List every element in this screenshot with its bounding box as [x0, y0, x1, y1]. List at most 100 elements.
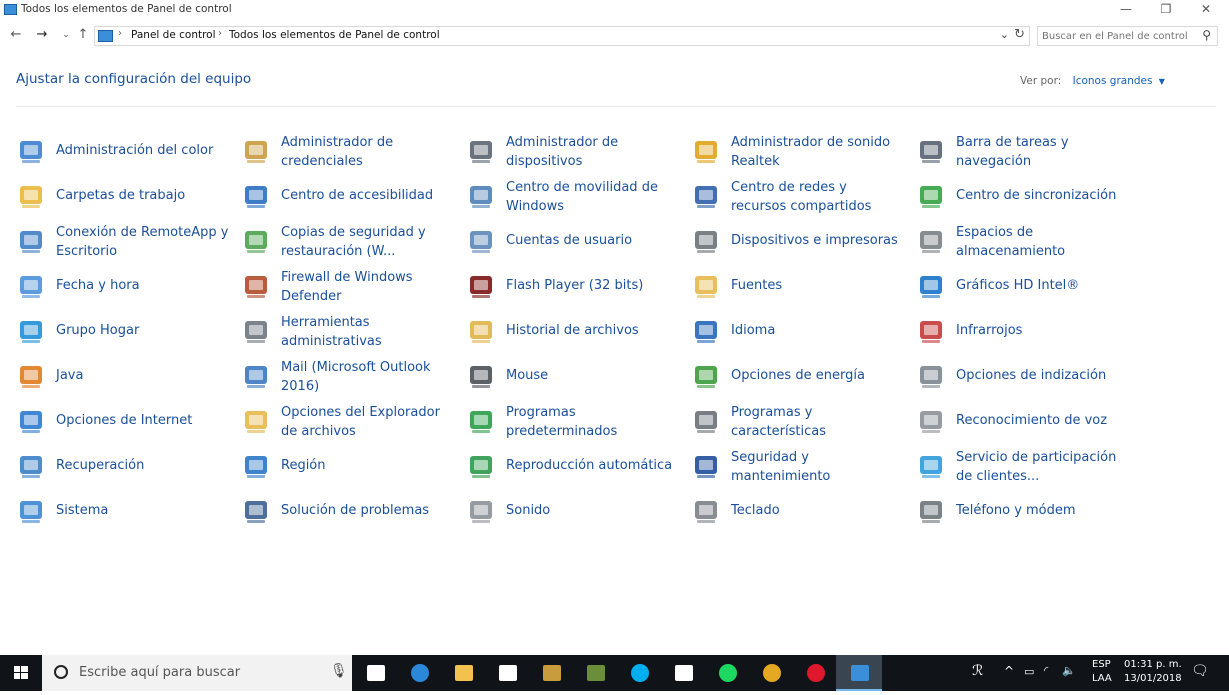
volume-icon[interactable]: 🔈: [1062, 664, 1076, 677]
control-panel-item[interactable]: Reproducción automática: [460, 443, 685, 488]
language-top[interactable]: ESP: [1092, 659, 1111, 670]
control-panel-item[interactable]: Centro de movilidad de Windows: [460, 173, 685, 218]
control-panel-item[interactable]: Programas y características: [685, 398, 910, 443]
breadcrumb-all-items[interactable]: Todos los elementos de Panel de control: [229, 29, 440, 41]
control-panel-item[interactable]: Espacios de almacenamiento: [910, 218, 1135, 263]
control-panel-item-label: Sonido: [506, 503, 551, 518]
wifi-icon[interactable]: ◜: [1044, 664, 1048, 677]
control-panel-item[interactable]: Grupo Hogar: [10, 308, 235, 353]
league-icon[interactable]: [540, 661, 564, 685]
control-panel-item[interactable]: Administración del color: [10, 128, 235, 173]
control-panel-item[interactable]: Barra de tareas y navegación: [910, 128, 1135, 173]
control-panel-item-label: Centro de sincronización: [956, 188, 1117, 203]
control-panel-item[interactable]: Centro de redes y recursos compartidos: [685, 173, 910, 218]
up-arrow-icon[interactable]: ↑: [75, 27, 91, 42]
mail-app-icon[interactable]: [672, 661, 696, 685]
spotify-icon[interactable]: [716, 661, 740, 685]
search-box[interactable]: ⚲: [1037, 26, 1218, 46]
control-panel-item[interactable]: Cuentas de usuario: [460, 218, 685, 263]
control-panel-item[interactable]: Copias de seguridad y restauración (W...: [235, 218, 460, 263]
chrome-icon[interactable]: [760, 661, 784, 685]
back-arrow-icon[interactable]: ←: [8, 27, 24, 42]
chevron-right-icon[interactable]: ›: [218, 28, 222, 39]
minimize-button[interactable]: —: [1106, 0, 1146, 20]
battery-icon[interactable]: ▭: [1024, 665, 1034, 678]
control-panel-item[interactable]: Solución de problemas: [235, 488, 460, 533]
language-bottom[interactable]: LAA: [1092, 673, 1112, 684]
control-panel-item[interactable]: Opciones de energía: [685, 353, 910, 398]
title-bar: Todos los elementos de Panel de control …: [0, 0, 1229, 20]
view-by-dropdown[interactable]: Iconos grandes: [1073, 75, 1153, 87]
region-icon: [241, 451, 271, 481]
breadcrumb-panel[interactable]: Panel de control: [131, 29, 216, 41]
file-explorer-icon[interactable]: [452, 661, 476, 685]
chevron-up-icon[interactable]: ^: [1004, 664, 1014, 678]
control-panel-item[interactable]: Dispositivos e impresoras: [685, 218, 910, 263]
forward-arrow-icon[interactable]: →: [34, 27, 50, 42]
indexing-icon: [916, 361, 946, 391]
date-time-icon: [16, 271, 46, 301]
control-panel-item[interactable]: Mouse: [460, 353, 685, 398]
control-panel-item[interactable]: Administrador de sonido Realtek: [685, 128, 910, 173]
control-panel-item[interactable]: Conexión de RemoteApp y Escritorio: [10, 218, 235, 263]
control-panel-item[interactable]: Administrador de credenciales: [235, 128, 460, 173]
control-panel-item[interactable]: Mail (Microsoft Outlook 2016): [235, 353, 460, 398]
start-button[interactable]: [0, 655, 42, 691]
taskbar-icon: [916, 136, 946, 166]
control-panel-item[interactable]: Fuentes: [685, 263, 910, 308]
clock-date[interactable]: 13/01/2018: [1124, 673, 1182, 684]
skype-icon[interactable]: [628, 661, 652, 685]
microphone-icon[interactable]: 🎙: [330, 663, 348, 679]
people-icon[interactable]: ℛ: [972, 663, 983, 679]
control-panel-item-label: Opciones de indización: [956, 368, 1107, 383]
control-panel-item[interactable]: Opciones del Explorador de archivos: [235, 398, 460, 443]
refresh-icon[interactable]: ↻: [1014, 27, 1025, 42]
control-panel-item[interactable]: Herramientas administrativas: [235, 308, 460, 353]
control-panel-item[interactable]: Infrarrojos: [910, 308, 1135, 353]
minecraft-icon[interactable]: [584, 661, 608, 685]
control-panel-item[interactable]: Administrador de dispositivos: [460, 128, 685, 173]
control-panel-item[interactable]: Teléfono y módem: [910, 488, 1135, 533]
control-panel-item[interactable]: Gráficos HD Intel®: [910, 263, 1135, 308]
clock-time[interactable]: 01:31 p. m.: [1124, 659, 1182, 670]
control-panel-item[interactable]: Fecha y hora: [10, 263, 235, 308]
task-view-icon[interactable]: [364, 661, 388, 685]
control-panel-item[interactable]: Firewall de Windows Defender: [235, 263, 460, 308]
control-panel-item[interactable]: Seguridad y mantenimiento: [685, 443, 910, 488]
recent-chevron-icon[interactable]: ⌄: [58, 30, 74, 40]
control-panel-item[interactable]: Reconocimiento de voz: [910, 398, 1135, 443]
caret-down-icon[interactable]: ▼: [1159, 77, 1165, 86]
chevron-down-icon[interactable]: ⌄: [1000, 28, 1009, 41]
control-panel-icon[interactable]: [848, 661, 872, 685]
control-panel-item[interactable]: Sistema: [10, 488, 235, 533]
control-panel-item[interactable]: Recuperación: [10, 443, 235, 488]
restore-button[interactable]: ❐: [1146, 0, 1186, 20]
address-bar[interactable]: › Panel de control › Todos los elementos…: [94, 26, 1030, 46]
chevron-right-icon: ›: [118, 28, 122, 39]
search-input[interactable]: [1042, 28, 1192, 44]
control-panel-item-label: Barra de tareas y navegación: [956, 135, 1069, 169]
control-panel-item[interactable]: Historial de archivos: [460, 308, 685, 353]
language-icon: [691, 316, 721, 346]
taskbar-search-placeholder: Escribe aquí para buscar: [79, 665, 241, 680]
action-center-icon[interactable]: 🗨: [1191, 663, 1209, 679]
control-panel-item[interactable]: Servicio de participación de clientes...: [910, 443, 1135, 488]
control-panel-item[interactable]: Teclado: [685, 488, 910, 533]
control-panel-item[interactable]: Región: [235, 443, 460, 488]
control-panel-item[interactable]: Idioma: [685, 308, 910, 353]
taskbar-search[interactable]: Escribe aquí para buscar 🎙: [42, 655, 352, 691]
control-panel-item[interactable]: Centro de accesibilidad: [235, 173, 460, 218]
control-panel-item[interactable]: Carpetas de trabajo: [10, 173, 235, 218]
edge-icon[interactable]: [408, 661, 432, 685]
control-panel-item[interactable]: Centro de sincronización: [910, 173, 1135, 218]
opera-icon[interactable]: [804, 661, 828, 685]
search-icon[interactable]: ⚲: [1202, 28, 1211, 42]
control-panel-item[interactable]: Java: [10, 353, 235, 398]
control-panel-item[interactable]: Opciones de indización: [910, 353, 1135, 398]
control-panel-item[interactable]: Opciones de Internet: [10, 398, 235, 443]
control-panel-item[interactable]: Programas predeterminados: [460, 398, 685, 443]
close-button[interactable]: ✕: [1186, 0, 1226, 20]
store-icon[interactable]: [496, 661, 520, 685]
control-panel-item[interactable]: Flash Player (32 bits): [460, 263, 685, 308]
control-panel-item[interactable]: Sonido: [460, 488, 685, 533]
